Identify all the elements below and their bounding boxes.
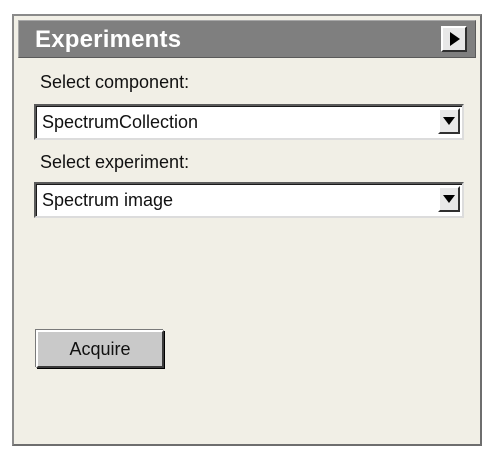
experiment-label: Select experiment: — [40, 152, 190, 172]
acquire-button[interactable]: Acquire — [36, 330, 164, 368]
component-select-value: SpectrumCollection — [42, 112, 199, 132]
triangle-right-icon — [450, 32, 460, 46]
experiments-panel: Experiments Select component: SpectrumCo… — [12, 14, 482, 446]
experiment-select-value: Spectrum image — [42, 190, 174, 210]
chevron-down-icon — [443, 195, 455, 203]
panel-header: Experiments — [18, 20, 476, 58]
component-dropdown-button[interactable] — [438, 108, 460, 134]
experiment-select[interactable]: Spectrum image — [34, 182, 464, 218]
collapse-button[interactable] — [441, 26, 467, 52]
experiment-dropdown-button[interactable] — [438, 186, 460, 212]
panel-title: Experiments — [35, 26, 182, 53]
chevron-down-icon — [443, 117, 455, 125]
component-select[interactable]: SpectrumCollection — [34, 104, 464, 140]
component-label: Select component: — [40, 72, 190, 92]
